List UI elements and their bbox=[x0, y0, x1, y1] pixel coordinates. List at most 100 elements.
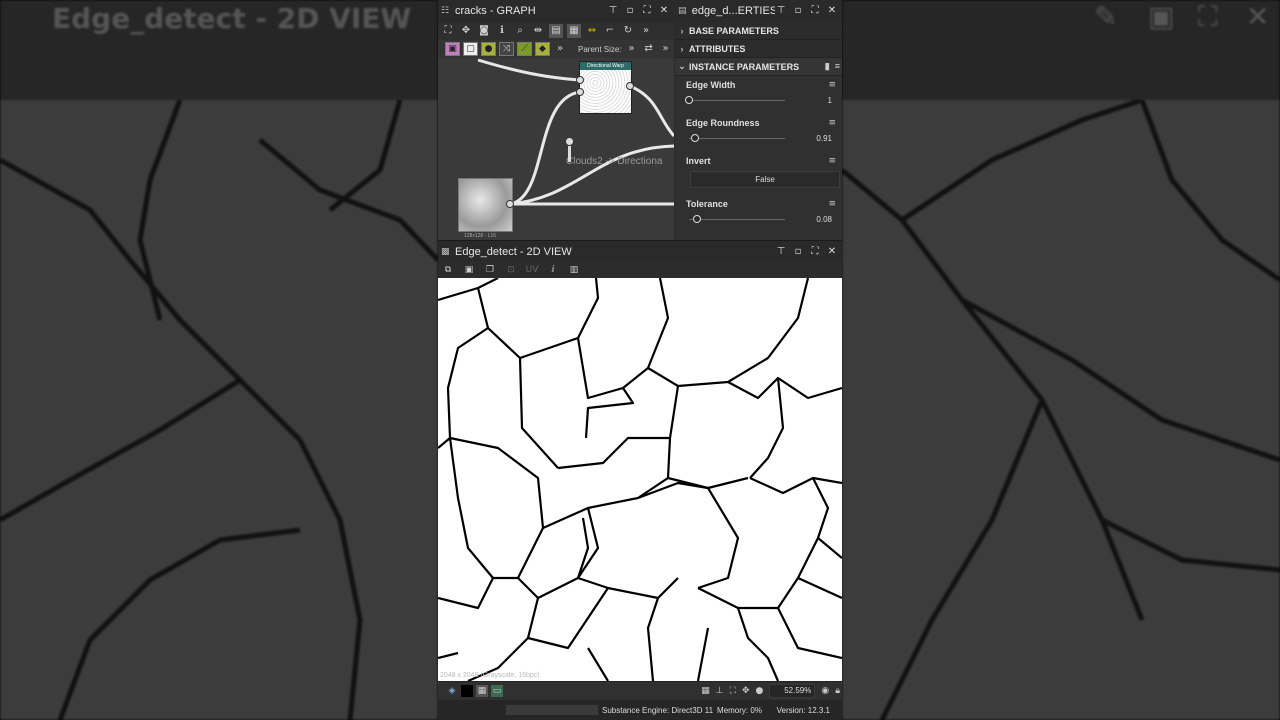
param-edge-width: Edge Width ≡ 1 bbox=[675, 80, 842, 116]
align-icon[interactable]: ▦ bbox=[567, 24, 581, 38]
close-icon[interactable]: ✕ bbox=[826, 5, 838, 17]
grayscale-filter-icon[interactable]: ▢ bbox=[463, 42, 478, 56]
node-title: Directional Warp bbox=[580, 62, 631, 70]
background-cracks bbox=[0, 100, 438, 720]
refresh-icon[interactable]: ↻ bbox=[621, 24, 635, 38]
search-icon[interactable]: ⌕ bbox=[513, 24, 527, 38]
graph-panel: ☷ cracks - GRAPH ⊤ ▫ ⛶ ✕ ⛶ ✥ ◙ ℹ ⌕ ⇹ ▤ ▦… bbox=[438, 0, 674, 240]
view-toolbar: ⧉ ▣ ❐ ⊡ UV ⅈ ▥ bbox=[438, 262, 842, 278]
output-pin[interactable] bbox=[626, 82, 634, 90]
pin-icon[interactable]: ⊤ bbox=[775, 246, 787, 258]
black-bg-button[interactable] bbox=[461, 685, 473, 697]
instance-parameters-section[interactable]: ⌄ INSTANCE PARAMETERS ▮ ≡ bbox=[675, 58, 842, 76]
properties-icon: ▤ bbox=[678, 6, 687, 16]
wire-icon[interactable]: ⌐ bbox=[603, 24, 617, 38]
pin-icon[interactable]: ⊤ bbox=[607, 5, 619, 17]
param-menu-icon[interactable]: ≡ bbox=[828, 80, 836, 90]
memory-status: Memory: 0% bbox=[717, 705, 762, 715]
shuffle-icon[interactable]: ⤨ bbox=[499, 42, 514, 56]
invert-dropdown[interactable]: False bbox=[690, 171, 840, 188]
frame-icon[interactable]: ⛶ bbox=[441, 24, 455, 38]
curve-icon[interactable]: ⟋ bbox=[517, 42, 532, 56]
transform-icon[interactable]: ⊡ bbox=[504, 263, 518, 277]
param-value[interactable]: 0.08 bbox=[816, 215, 832, 224]
slider-track[interactable] bbox=[689, 219, 785, 220]
graph-title: cracks - GRAPH bbox=[455, 5, 536, 17]
zoom-level[interactable]: 52.59% bbox=[769, 684, 816, 698]
link-icon[interactable]: ⇹ bbox=[531, 24, 545, 38]
chevron-right-icon[interactable]: » bbox=[659, 42, 673, 56]
channel-pick-icon[interactable]: ⊥ bbox=[716, 686, 724, 696]
copy-icon[interactable]: ❐ bbox=[483, 263, 497, 277]
move-icon[interactable]: ✥ bbox=[459, 24, 473, 38]
engine-status: Substance Engine: Direct3D 11 bbox=[602, 705, 714, 715]
histogram-icon[interactable]: ▥ bbox=[567, 263, 581, 277]
fit-icon[interactable]: ⛶ bbox=[730, 686, 736, 696]
param-label: Edge Width bbox=[686, 80, 736, 90]
slider-track[interactable] bbox=[689, 138, 785, 139]
pan-icon[interactable]: ✥ bbox=[742, 686, 750, 696]
graph-titlebar: ☷ cracks - GRAPH ⊤ ▫ ⛶ ✕ bbox=[438, 0, 674, 22]
close-icon[interactable]: ✕ bbox=[826, 246, 838, 258]
drop-icon[interactable]: ◆ bbox=[535, 42, 550, 56]
maximize-icon[interactable]: ⛶ bbox=[641, 5, 653, 17]
info-icon[interactable]: ⅈ bbox=[546, 263, 560, 277]
slider-knob[interactable] bbox=[692, 215, 701, 223]
directional-warp-node[interactable]: Directional Warp bbox=[579, 61, 632, 114]
restore-icon[interactable]: ▫ bbox=[792, 5, 804, 17]
grid-icon[interactable]: ▦ bbox=[701, 686, 710, 696]
background-left: Edge_detect - 2D VIEW bbox=[0, 0, 438, 720]
display-icon[interactable]: ▭ bbox=[491, 685, 503, 697]
noise-thumbnail[interactable] bbox=[458, 178, 513, 232]
close-icon[interactable]: ✕ bbox=[658, 5, 670, 17]
base-parameters-section[interactable]: › BASE PARAMETERS bbox=[675, 22, 842, 40]
layout-icon[interactable]: ▤ bbox=[549, 24, 563, 38]
restore-icon[interactable]: ▫ bbox=[792, 246, 804, 258]
input-pin[interactable] bbox=[576, 88, 584, 96]
param-value[interactable]: 1 bbox=[828, 96, 832, 105]
status-bar: Substance Engine: Direct3D 11 Memory: 0%… bbox=[438, 700, 842, 720]
input-pin[interactable] bbox=[576, 76, 584, 84]
chevron-right-icon[interactable]: » bbox=[639, 24, 653, 38]
save-icon[interactable]: ▣ bbox=[462, 263, 476, 277]
param-menu-icon[interactable]: ≡ bbox=[828, 199, 836, 209]
info-icon[interactable]: ℹ bbox=[495, 24, 509, 38]
bookmark-icon[interactable]: ▮ bbox=[825, 61, 830, 72]
slider-track[interactable] bbox=[689, 100, 785, 101]
restore-icon[interactable]: ▫ bbox=[624, 5, 636, 17]
param-menu-icon[interactable]: ≡ bbox=[828, 118, 836, 128]
attributes-section[interactable]: › ATTRIBUTES bbox=[675, 40, 842, 58]
param-menu-icon[interactable]: ≡ bbox=[828, 156, 836, 166]
lock-icon[interactable]: 🔒︎ bbox=[835, 686, 840, 696]
camera-icon[interactable]: ◙ bbox=[477, 24, 491, 38]
output-pin[interactable] bbox=[506, 200, 514, 208]
noise-thumb-caption: 128x128 - L16 bbox=[464, 233, 496, 239]
chevron-right-icon[interactable]: » bbox=[553, 42, 567, 56]
menu-icon[interactable]: ≡ bbox=[835, 61, 840, 72]
view-bottom-toolbar: ◈ ▦ ▭ ▦ ⊥ ⛶ ✥ ● 52.59% ◉ 🔒︎ bbox=[438, 681, 842, 700]
zoom-reset-icon[interactable]: ◉ bbox=[821, 686, 829, 696]
slider-knob[interactable] bbox=[685, 96, 693, 104]
pin-icon[interactable]: ⊤ bbox=[775, 5, 787, 17]
maximize-icon[interactable]: ⛶ bbox=[809, 246, 821, 258]
channels-icon[interactable]: ◈ bbox=[446, 685, 458, 697]
param-value[interactable]: 0.91 bbox=[816, 134, 832, 143]
section-label: INSTANCE PARAMETERS bbox=[689, 61, 800, 72]
chevron-right-icon[interactable]: » bbox=[625, 42, 639, 56]
maximize-icon[interactable]: ⛶ bbox=[809, 5, 821, 17]
gray-bg-button[interactable]: ▦ bbox=[476, 685, 488, 697]
param-edge-roundness: Edge Roundness ≡ 0.91 bbox=[675, 118, 842, 154]
connector-icon[interactable]: ⇔ bbox=[585, 24, 599, 38]
image-filter-icon[interactable]: ▣ bbox=[445, 42, 460, 56]
connect-icon[interactable]: ⇄ bbox=[642, 42, 656, 56]
layers-icon[interactable]: ⧉ bbox=[441, 263, 455, 277]
uv-button[interactable]: UV bbox=[525, 263, 539, 277]
zoom-dot-icon[interactable]: ● bbox=[755, 686, 763, 696]
section-label: BASE PARAMETERS bbox=[689, 25, 779, 36]
graph-canvas[interactable]: Directional Warp 128x128 - L16 Clouds2 -… bbox=[438, 58, 674, 240]
color-filter-icon[interactable]: ● bbox=[481, 42, 496, 56]
texture-preview[interactable]: 2048 x 2048 (Grayscale, 16bpc) bbox=[438, 278, 842, 681]
slider-knob[interactable] bbox=[690, 134, 699, 142]
properties-panel: ▤ edge_d...ERTIES ⊤ ▫ ⛶ ✕ › BASE PARAMET… bbox=[675, 0, 842, 240]
properties-title: edge_d...ERTIES bbox=[691, 5, 775, 17]
